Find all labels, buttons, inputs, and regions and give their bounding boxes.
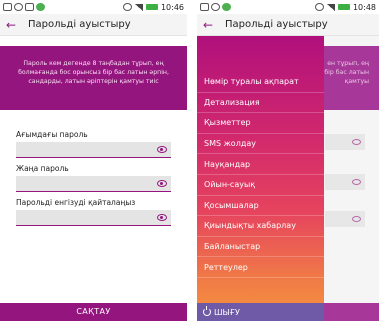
password-change-screen: 10:46 ← Парольді ауыстыру Пароль кем дег… — [0, 0, 187, 321]
battery-icon — [145, 4, 158, 10]
new-password-label: Жаңа пароль — [16, 164, 69, 173]
navigation-drawer: Нөмір туралы ақпарат Детализация Қызметт… — [197, 36, 324, 321]
menu-item-details[interactable]: Детализация — [197, 93, 324, 114]
app-bar: ← Парольді ауыстыру — [197, 14, 379, 36]
new-password-input[interactable] — [16, 176, 171, 192]
power-icon — [203, 306, 211, 316]
signal-icon — [134, 3, 143, 11]
current-password-label: Ағымдағы пароль — [16, 130, 88, 139]
battery-icon — [337, 4, 350, 10]
menu-item-settings[interactable]: Реттеулер — [197, 257, 324, 278]
status-time: 10:46 — [160, 2, 184, 12]
repeat-password-input[interactable] — [16, 210, 171, 226]
menu-item-sms[interactable]: SMS жолдау — [197, 134, 324, 155]
menu-item-number-info[interactable]: Нөмір туралы ақпарат — [197, 72, 324, 93]
page-title: Парольді ауыстыру — [28, 19, 131, 30]
menu-item-services[interactable]: Қызметтер — [197, 113, 324, 134]
app-icon — [222, 3, 231, 11]
sync-icon — [14, 3, 23, 11]
notification-icon — [3, 3, 12, 11]
menu-item-report-problem[interactable]: Қиындықты хабарлау — [197, 216, 324, 237]
image-icon — [25, 3, 34, 11]
status-time: 10:48 — [352, 2, 376, 12]
password-form: Ағымдағы пароль Жаңа пароль Парольді енг… — [16, 126, 171, 232]
status-bar: 10:46 — [0, 0, 187, 14]
status-bar: 10:48 — [197, 0, 379, 14]
page-title: Парольді ауыстыру — [225, 19, 328, 30]
eye-icon[interactable] — [157, 180, 167, 187]
menu-item-entertainment[interactable]: Ойын-сауық — [197, 175, 324, 196]
repeat-password-label: Парольді енгізуді қайталаңыз — [16, 198, 136, 207]
eye-icon[interactable] — [157, 146, 167, 153]
back-arrow-icon[interactable]: ← — [6, 18, 22, 32]
alarm-icon — [314, 3, 324, 11]
eye-icon[interactable] — [157, 214, 167, 221]
current-password-input[interactable] — [16, 142, 171, 158]
app-bar: ← Парольді ауыстыру — [0, 14, 187, 36]
save-button[interactable]: САҚТАУ — [0, 303, 187, 321]
logout-button[interactable]: ШЫҒУ — [197, 303, 324, 321]
notification-icon — [200, 3, 209, 11]
menu-item-apps[interactable]: Қосымшалар — [197, 196, 324, 217]
menu-item-contacts[interactable]: Байланыстар — [197, 237, 324, 258]
password-rules-banner: Пароль кем дегенде 8 таңбадан тұрып, ең … — [0, 46, 187, 110]
menu-item-campaigns[interactable]: Науқандар — [197, 154, 324, 175]
app-icon — [36, 3, 45, 11]
signal-icon — [326, 3, 335, 11]
eye-icon — [352, 139, 361, 145]
eye-icon — [352, 216, 361, 222]
navigation-drawer-screen: 10:48 ← Парольді ауыстыру ен тұрып, ең б… — [197, 0, 379, 321]
sync-icon — [211, 3, 220, 11]
drawer-header — [197, 36, 324, 72]
alarm-icon — [122, 3, 132, 11]
background-banner-text: ен тұрып, ең бір бас латын қамтуы — [324, 60, 369, 85]
logout-label: ШЫҒУ — [214, 307, 240, 317]
back-arrow-icon[interactable]: ← — [203, 18, 219, 32]
eye-icon — [352, 179, 361, 185]
